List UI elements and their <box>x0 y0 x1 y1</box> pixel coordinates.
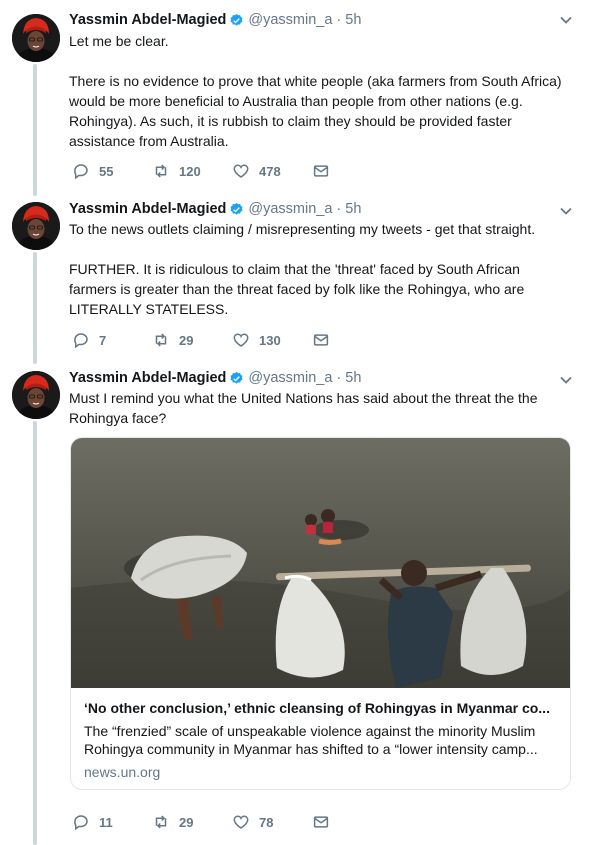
tweet-header: Yassmin Abdel-Magied @yassmin_a · 5h <box>69 199 361 219</box>
envelope-icon <box>313 334 329 346</box>
avatar-image <box>12 14 60 62</box>
reply-count: 7 <box>99 332 107 348</box>
heart-icon <box>233 333 249 347</box>
tweet[interactable]: Yassmin Abdel-Magied @yassmin_a · 5h Let… <box>0 10 596 190</box>
tweet[interactable]: Yassmin Abdel-Magied @yassmin_a · 5h Mus… <box>0 368 596 845</box>
tweet-text: Let me be clear. There is no evidence to… <box>69 31 569 151</box>
timestamp[interactable]: · 5h <box>336 12 361 28</box>
tweet-paragraph: There is no evidence to prove that white… <box>69 73 562 149</box>
heart-icon <box>233 164 249 178</box>
reply-icon <box>74 333 88 349</box>
chevron-down-icon[interactable] <box>558 12 574 28</box>
retweet-icon <box>155 815 167 829</box>
retweet-icon <box>155 164 167 178</box>
reply-button[interactable]: 55 <box>72 162 152 180</box>
card-title[interactable]: ‘No other conclusion,’ ethnic cleansing … <box>84 700 560 716</box>
timestamp[interactable]: · 5h <box>336 201 361 217</box>
retweet-button[interactable]: 29 <box>152 813 232 831</box>
tweet-paragraph: Let me be clear. <box>69 33 169 49</box>
reply-button[interactable]: 11 <box>72 813 152 831</box>
tweet-text: To the news outlets claiming / misrepres… <box>69 219 569 319</box>
direct-message-button[interactable] <box>312 162 330 180</box>
avatar[interactable] <box>12 14 60 62</box>
avatar[interactable] <box>12 202 60 250</box>
tweet-paragraph: FURTHER. It is ridiculous to claim that … <box>69 261 525 317</box>
reply-count: 55 <box>99 163 114 179</box>
card-image <box>71 438 570 688</box>
verified-badge-icon <box>230 202 243 215</box>
tweet-paragraph: Must I remind you what the United Nation… <box>69 390 538 426</box>
display-name[interactable]: Yassmin Abdel-Magied <box>69 370 226 386</box>
avatar[interactable] <box>12 371 60 419</box>
chevron-down-icon[interactable] <box>558 372 574 388</box>
envelope-icon <box>313 816 329 828</box>
retweet-count: 29 <box>179 814 194 830</box>
like-count: 478 <box>259 163 281 179</box>
tweet-actions: 7 29 130 <box>72 331 330 349</box>
avatar-image <box>12 371 60 419</box>
tweet-header: Yassmin Abdel-Magied @yassmin_a · 5h <box>69 10 361 30</box>
verified-badge-icon <box>230 13 243 26</box>
tweet-actions: 55 120 478 <box>72 162 330 180</box>
direct-message-button[interactable] <box>312 813 330 831</box>
like-count: 78 <box>259 814 274 830</box>
like-count: 130 <box>259 332 281 348</box>
tweet-header: Yassmin Abdel-Magied @yassmin_a · 5h <box>69 368 361 388</box>
tweet[interactable]: Yassmin Abdel-Magied @yassmin_a · 5h To … <box>0 199 596 364</box>
envelope-icon <box>313 165 329 177</box>
display-name[interactable]: Yassmin Abdel-Magied <box>69 201 226 217</box>
retweet-count: 120 <box>179 163 201 179</box>
reply-button[interactable]: 7 <box>72 331 152 349</box>
retweet-button[interactable]: 120 <box>152 162 232 180</box>
like-button[interactable]: 130 <box>232 331 312 349</box>
retweet-icon <box>155 333 167 347</box>
tweet-text: Must I remind you what the United Nation… <box>69 388 569 428</box>
chevron-down-icon[interactable] <box>558 203 574 219</box>
link-card[interactable]: ‘No other conclusion,’ ethnic cleansing … <box>70 437 571 790</box>
avatar-image <box>12 202 60 250</box>
like-button[interactable]: 78 <box>232 813 312 831</box>
timestamp[interactable]: · 5h <box>336 370 361 386</box>
display-name[interactable]: Yassmin Abdel-Magied <box>69 12 226 28</box>
like-button[interactable]: 478 <box>232 162 312 180</box>
tweet-paragraph: To the news outlets claiming / misrepres… <box>69 221 536 237</box>
reply-icon <box>74 164 88 180</box>
verified-badge-icon <box>230 371 243 384</box>
retweet-button[interactable]: 29 <box>152 331 232 349</box>
user-handle[interactable]: @yassmin_a <box>248 201 332 217</box>
user-handle[interactable]: @yassmin_a <box>248 370 332 386</box>
retweet-count: 29 <box>179 332 194 348</box>
heart-icon <box>233 815 249 829</box>
card-domain: news.un.org <box>84 764 161 780</box>
user-handle[interactable]: @yassmin_a <box>248 12 332 28</box>
card-description: The “frenzied” scale of unspeakable viol… <box>84 723 538 757</box>
direct-message-button[interactable] <box>312 331 330 349</box>
reply-icon <box>74 815 88 831</box>
tweet-actions: 11 29 78 <box>72 813 330 831</box>
reply-count: 11 <box>99 814 113 830</box>
